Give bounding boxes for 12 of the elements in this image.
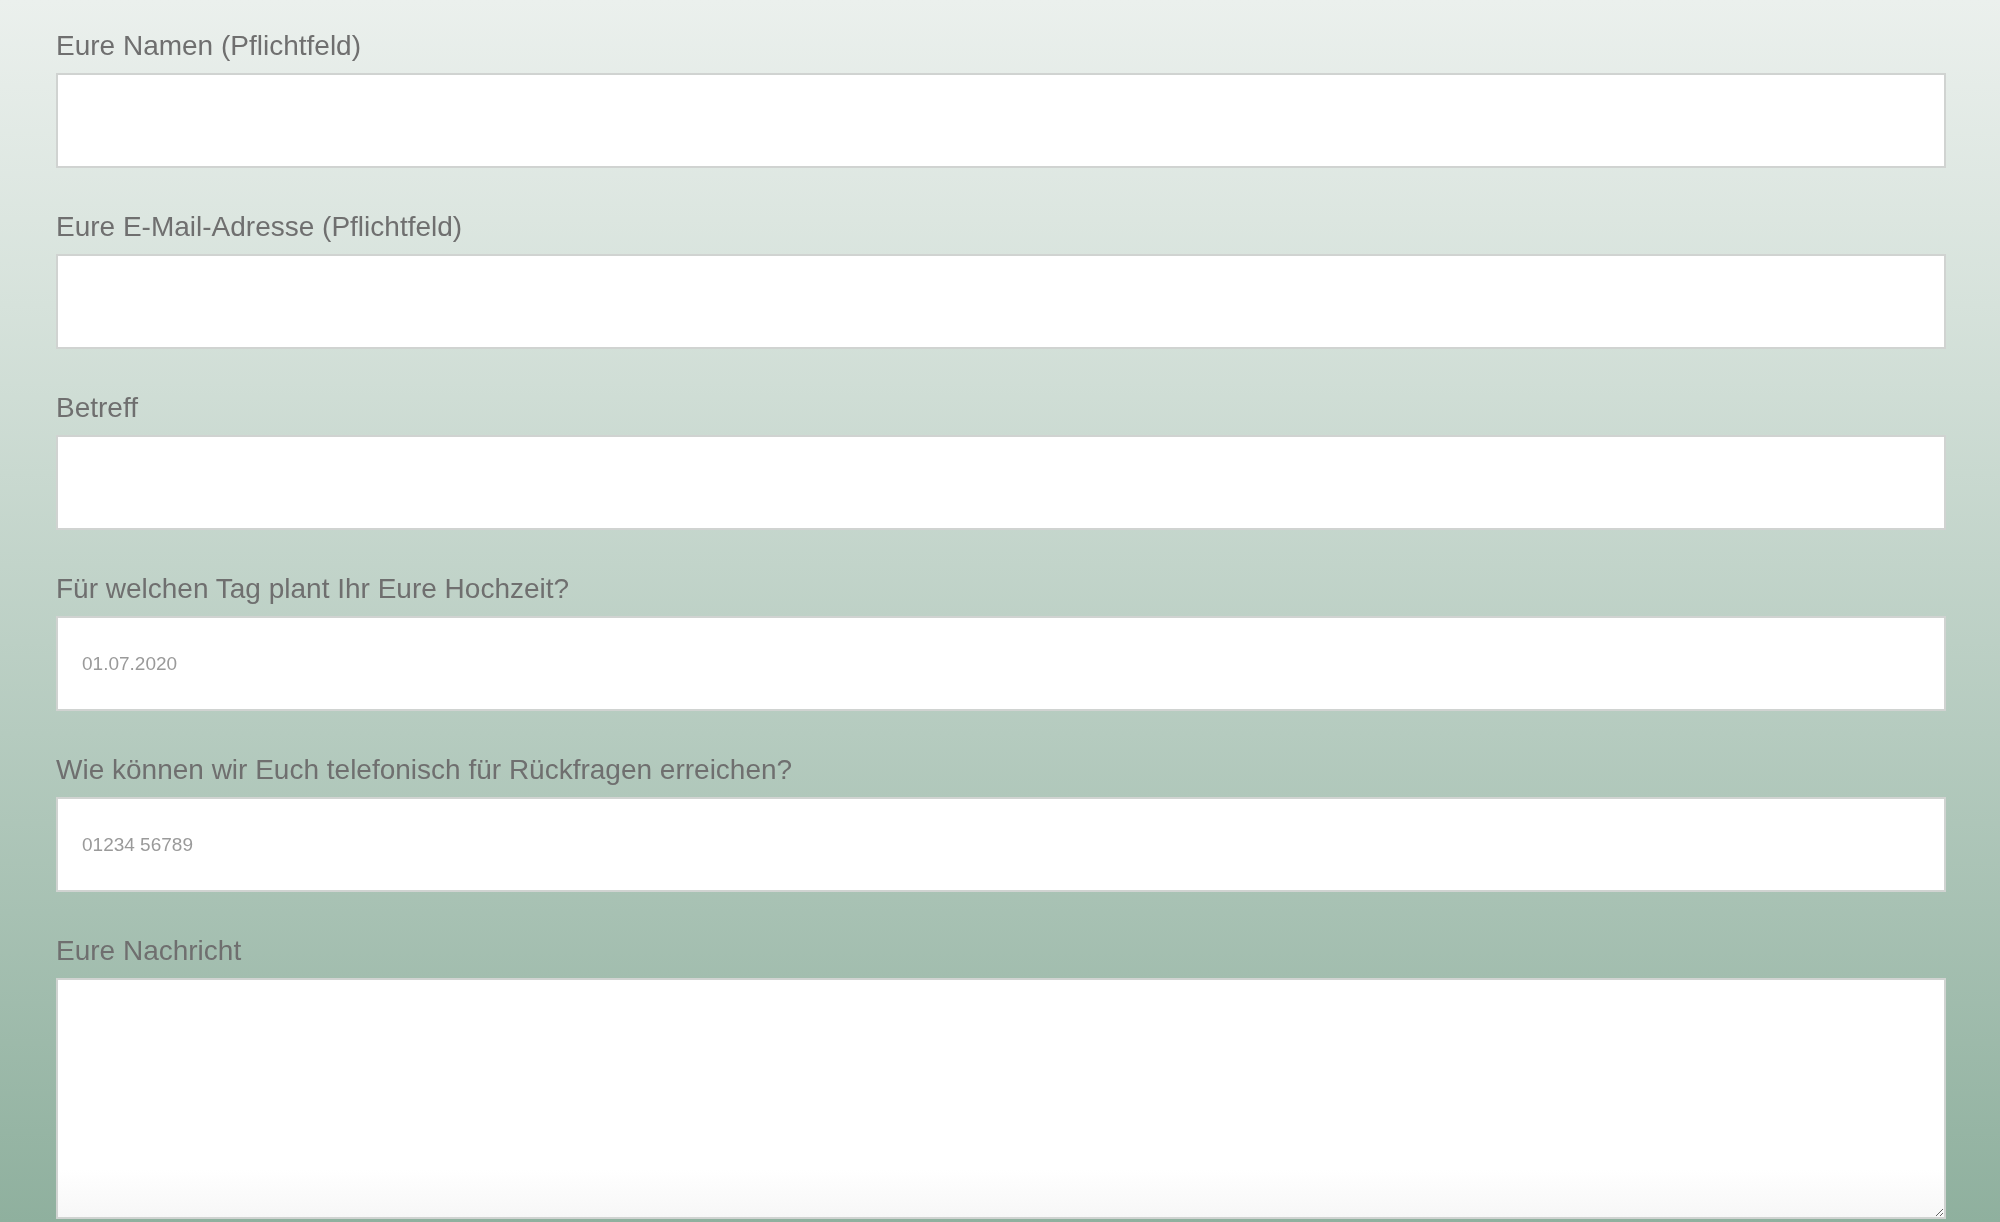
field-label: Eure E-Mail-Adresse (Pflichtfeld) [56, 210, 463, 244]
field-label: Eure Namen (Pflichtfeld) [56, 29, 361, 63]
field-label: Betreff [56, 391, 138, 425]
input-field[interactable] [56, 435, 1946, 530]
message-field[interactable] [56, 978, 1946, 1219]
field-label: Eure Nachricht [56, 934, 242, 968]
field-label: Wie können wir Euch telefonisch für Rückfragen erreichen? [56, 753, 793, 787]
field-label: Für welchen Tag plant Ihr Eure Hochzeit? [56, 572, 570, 606]
input-field[interactable]: 01234 56789 [56, 797, 1946, 892]
input-field[interactable]: 01.07.2020 [56, 616, 1946, 711]
input-field[interactable] [56, 73, 1946, 168]
input-field[interactable] [56, 254, 1946, 349]
